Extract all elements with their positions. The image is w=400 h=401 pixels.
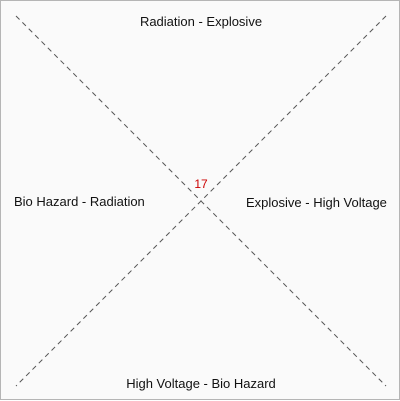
quadrant-label-left: Bio Hazard - Radiation <box>14 194 145 209</box>
quadrant-label-top: Radiation - Explosive <box>139 14 263 29</box>
quadrant-label-bottom: High Voltage - Bio Hazard <box>126 376 276 391</box>
diagram-canvas: Radiation - Explosive Explosive - High V… <box>0 0 400 400</box>
quadrant-label-right: Explosive - High Voltage <box>246 195 387 210</box>
center-value: 17 <box>194 177 208 191</box>
